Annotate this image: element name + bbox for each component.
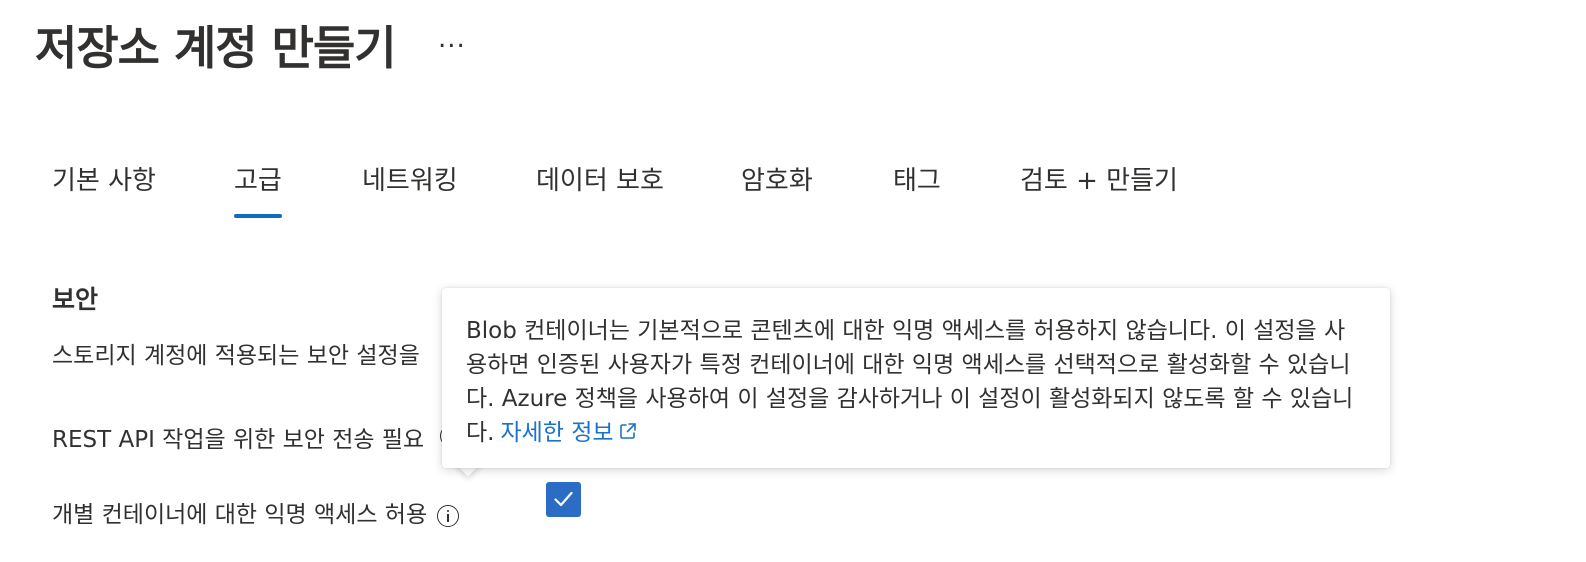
info-icon[interactable] [437, 504, 460, 527]
tab-data-protection[interactable]: 데이터 보호 [536, 160, 664, 218]
section-title-security: 보안 [52, 285, 99, 314]
tab-label: 고급 [234, 166, 282, 196]
secure-transfer-label: REST API 작업을 위한 보안 전송 필요 [52, 427, 425, 453]
anonymous-access-row: 개별 컨테이너에 대한 익명 액세스 허용 [52, 495, 460, 529]
active-tab-indicator [234, 214, 282, 218]
tab-label: 데이터 보호 [536, 166, 664, 196]
learn-more-label: 자세한 정보 [500, 420, 614, 446]
tab-advanced[interactable]: 고급 [234, 160, 282, 218]
tab-basics[interactable]: 기본 사항 [52, 160, 156, 218]
tab-encryption[interactable]: 암호화 [741, 160, 813, 218]
learn-more-link[interactable]: 자세한 정보 [500, 420, 637, 446]
external-link-icon [619, 423, 636, 439]
tab-label: 암호화 [741, 166, 813, 196]
anonymous-access-label: 개별 컨테이너에 대한 익명 액세스 허용 [52, 502, 428, 528]
tab-tags[interactable]: 태그 [893, 160, 941, 218]
tab-bar: 기본 사항 고급 네트워킹 데이터 보호 암호화 태그 검토 + 만들기 [0, 160, 1586, 220]
anonymous-access-checkbox[interactable] [546, 482, 581, 517]
tab-label: 기본 사항 [52, 166, 156, 196]
checkmark-icon [554, 491, 573, 507]
callout-body: Blob 컨테이너는 기본적으로 콘텐츠에 대한 익명 액세스를 허용하지 않습… [466, 314, 1366, 450]
tab-networking[interactable]: 네트워킹 [362, 160, 458, 218]
tab-label: 태그 [893, 166, 941, 196]
tab-label: 네트워킹 [362, 166, 458, 196]
more-options-button[interactable]: ... [438, 24, 466, 54]
section-description: 스토리지 계정에 적용되는 보안 설정을 [52, 343, 420, 369]
tab-review-create[interactable]: 검토 + 만들기 [1020, 160, 1178, 218]
page-title: 저장소 계정 만들기 [35, 21, 397, 75]
info-callout: Blob 컨테이너는 기본적으로 콘텐츠에 대한 익명 액세스를 허용하지 않습… [442, 288, 1390, 468]
create-storage-account-page: 저장소 계정 만들기 ... 기본 사항 고급 네트워킹 데이터 보호 암호화 … [0, 0, 1586, 562]
tab-label: 검토 + 만들기 [1020, 166, 1178, 196]
